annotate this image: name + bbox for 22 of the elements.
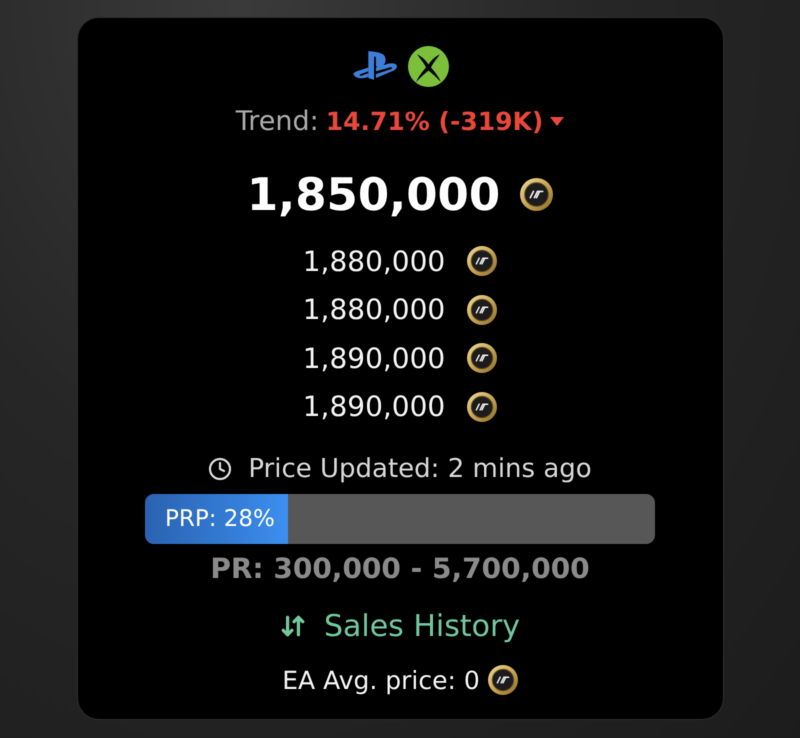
current-price: 1,850,000 (246, 168, 500, 220)
listing-price: 1,890,000 (302, 342, 446, 375)
sales-history-button[interactable]: Sales History (280, 606, 520, 646)
coin-icon (467, 246, 498, 276)
price-updated-text: Price Updated: 2 mins ago (248, 454, 592, 484)
ea-average-price-text: EA Avg. price: 0 (282, 666, 480, 694)
coin-icon (467, 343, 498, 374)
price-range-text: PR: 300,000 - 5,700,000 (210, 552, 590, 586)
coin-icon (520, 178, 554, 210)
playstation-logo-icon (352, 50, 398, 82)
clock-icon (208, 457, 232, 481)
coin-icon (467, 392, 498, 422)
trend-value: 14.71% (-319K) (326, 106, 544, 136)
prp-label: PRP: 28% (164, 506, 275, 532)
listing-price: 1,880,000 (302, 244, 446, 278)
sort-arrows-icon (280, 613, 306, 639)
listing-price: 1,880,000 (302, 293, 446, 326)
xbox-logo-icon (408, 46, 448, 86)
trend-label: Trend: (236, 106, 319, 136)
coin-icon (488, 665, 518, 695)
coin-icon (467, 294, 498, 325)
listing-price: 1,890,000 (302, 390, 446, 424)
